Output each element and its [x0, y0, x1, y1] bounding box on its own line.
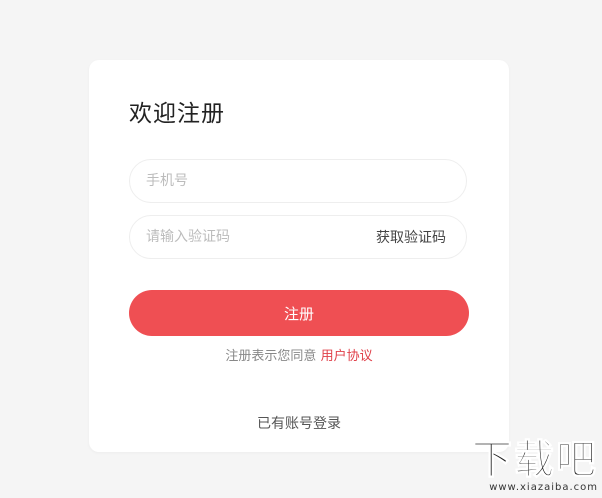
phone-input[interactable] [130, 160, 466, 202]
register-card: 欢迎注册 获取验证码 注册 注册表示您同意 用户协议 已有账号登录 [89, 60, 509, 452]
get-code-button[interactable]: 获取验证码 [370, 226, 466, 248]
code-field-wrapper: 获取验证码 [129, 215, 467, 259]
watermark-url: www.xiazaiba.com [489, 482, 598, 493]
existing-account-login-link[interactable]: 已有账号登录 [89, 413, 509, 433]
agreement-text: 注册表示您同意 用户协议 [89, 345, 509, 364]
verification-code-input[interactable] [130, 216, 370, 258]
user-agreement-link[interactable]: 用户协议 [321, 349, 373, 364]
agreement-prefix: 注册表示您同意 [225, 349, 317, 364]
watermark-logo: 下载吧 www.xiazaiba.com [462, 438, 598, 496]
watermark-logo-text: 下载吧 [472, 437, 598, 483]
register-button[interactable]: 注册 [129, 290, 469, 336]
phone-field-wrapper [129, 159, 467, 203]
page-title: 欢迎注册 [129, 101, 225, 127]
